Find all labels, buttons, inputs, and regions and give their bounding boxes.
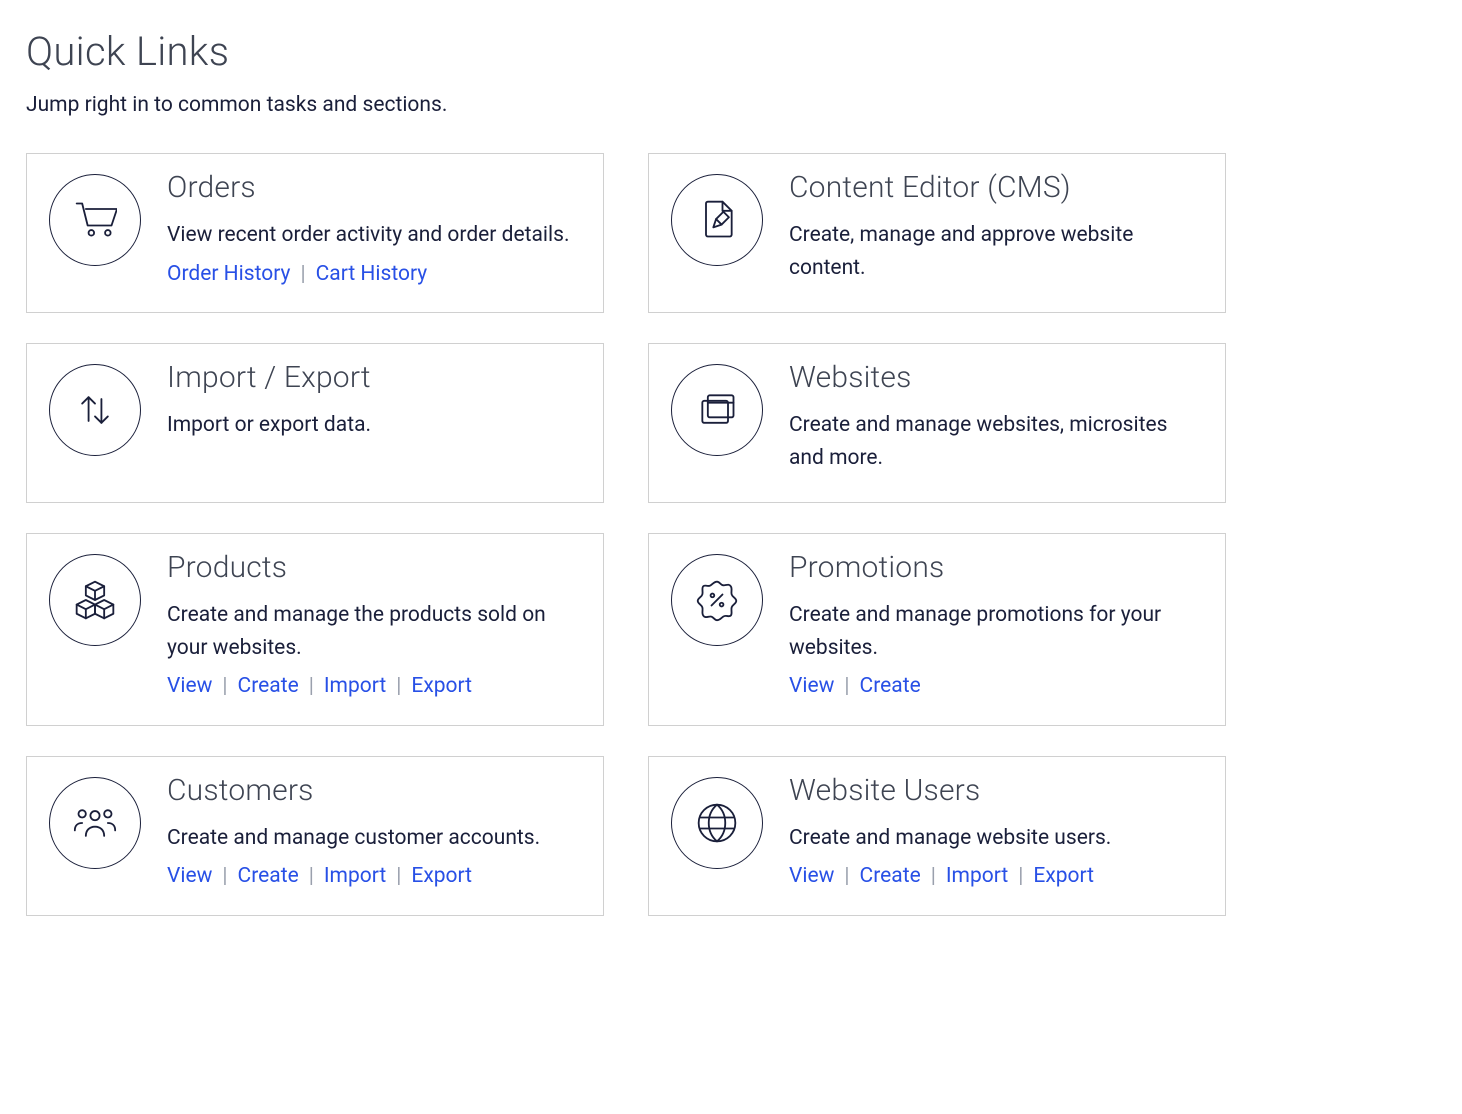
card-orders[interactable]: Orders View recent order activity and ord… [26, 153, 604, 313]
card-promotions[interactable]: Promotions Create and manage promotions f… [648, 533, 1226, 726]
card-description: Create, manage and approve website conte… [789, 219, 1203, 284]
card-link-export[interactable]: Export [1033, 864, 1094, 888]
card-customers[interactable]: Customers Create and manage customer acco… [26, 756, 604, 916]
card-title: Website Users [789, 773, 1203, 808]
card-link-import[interactable]: Import [324, 674, 386, 698]
card-content-editor-cms[interactable]: Content Editor (CMS) Create, manage and a… [648, 153, 1226, 313]
link-separator: | [931, 860, 936, 893]
card-title: Websites [789, 360, 1203, 395]
card-link-create[interactable]: Create [238, 864, 299, 888]
promo-badge-icon [671, 554, 763, 646]
card-link-create[interactable]: Create [860, 674, 921, 698]
import-export-icon [49, 364, 141, 456]
card-link-import[interactable]: Import [324, 864, 386, 888]
link-separator: | [222, 670, 227, 703]
link-separator: | [1018, 860, 1023, 893]
card-title: Customers [167, 773, 581, 808]
page-subtitle: Jump right in to common tasks and sectio… [26, 93, 1436, 117]
card-import-export[interactable]: Import / Export Import or export data. [26, 343, 604, 503]
card-description: Create and manage customer accounts. [167, 822, 581, 855]
card-description: Create and manage promotions for your we… [789, 599, 1203, 664]
card-link-import[interactable]: Import [946, 864, 1008, 888]
card-link-view[interactable]: View [789, 674, 834, 698]
card-links: View | Create | Import | Export [789, 860, 1203, 893]
quick-links-grid: Orders View recent order activity and ord… [26, 153, 1226, 916]
card-description: Create and manage the products sold on y… [167, 599, 581, 664]
card-link-create[interactable]: Create [238, 674, 299, 698]
link-separator: | [844, 860, 849, 893]
link-separator: | [844, 670, 849, 703]
link-separator: | [396, 670, 401, 703]
card-links: View | Create | Import | Export [167, 860, 581, 893]
card-links: Order History | Cart History [167, 258, 581, 291]
card-websites[interactable]: Websites Create and manage websites, micr… [648, 343, 1226, 503]
boxes-icon [49, 554, 141, 646]
card-link-export[interactable]: Export [411, 864, 472, 888]
card-link-order-history[interactable]: Order History [167, 262, 290, 286]
card-link-export[interactable]: Export [411, 674, 472, 698]
card-title: Orders [167, 170, 581, 205]
card-link-view[interactable]: View [167, 674, 212, 698]
card-description: View recent order activity and order det… [167, 219, 581, 252]
link-separator: | [300, 258, 305, 291]
card-title: Products [167, 550, 581, 585]
link-separator: | [222, 860, 227, 893]
card-title: Promotions [789, 550, 1203, 585]
globe-icon [671, 777, 763, 869]
card-link-view[interactable]: View [167, 864, 212, 888]
card-products[interactable]: Products Create and manage the products s… [26, 533, 604, 726]
cart-icon [49, 174, 141, 266]
card-links: View | Create | Import | Export [167, 670, 581, 703]
windows-icon [671, 364, 763, 456]
people-icon [49, 777, 141, 869]
card-website-users[interactable]: Website Users Create and manage website u… [648, 756, 1226, 916]
card-link-view[interactable]: View [789, 864, 834, 888]
link-separator: | [309, 670, 314, 703]
page-title: Quick Links [26, 28, 1436, 75]
card-links: View | Create [789, 670, 1203, 703]
card-title: Content Editor (CMS) [789, 170, 1203, 205]
link-separator: | [396, 860, 401, 893]
card-title: Import / Export [167, 360, 581, 395]
card-link-cart-history[interactable]: Cart History [316, 262, 428, 286]
card-description: Create and manage website users. [789, 822, 1203, 855]
card-link-create[interactable]: Create [860, 864, 921, 888]
card-description: Import or export data. [167, 409, 581, 442]
card-description: Create and manage websites, microsites a… [789, 409, 1203, 474]
link-separator: | [309, 860, 314, 893]
document-edit-icon [671, 174, 763, 266]
